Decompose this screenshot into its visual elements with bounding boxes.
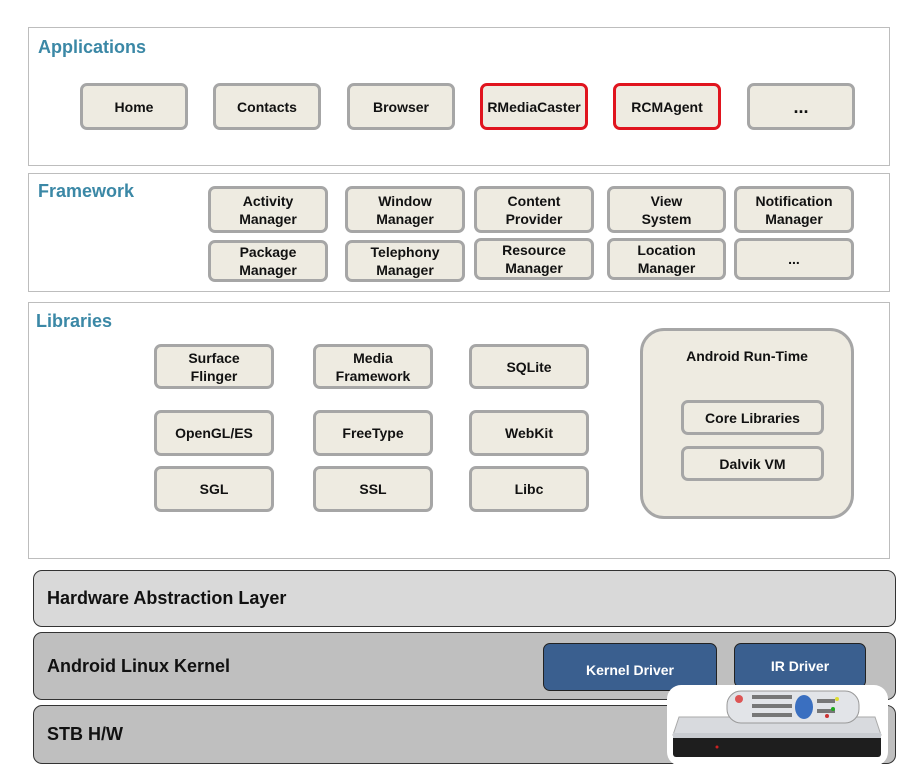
- app-home: Home: [80, 83, 188, 130]
- framework-title: Framework: [38, 181, 135, 201]
- fw-more: ...: [734, 238, 854, 280]
- kernel-title: Android Linux Kernel: [47, 655, 231, 676]
- fw-content-provider: Content Provider: [474, 186, 594, 233]
- app-rmediacaster: RMediaCaster: [480, 83, 588, 130]
- lib-opengl-es: OpenGL/ES: [154, 410, 274, 456]
- stb-title: STB H/W: [47, 724, 123, 744]
- libraries-title: Libraries: [36, 311, 113, 331]
- fw-telephony-manager: Telephony Manager: [345, 240, 465, 282]
- applications-title: Applications: [38, 37, 147, 57]
- set-top-box-image: [667, 685, 888, 766]
- lib-media-framework: Media Framework: [313, 344, 433, 389]
- app-rcmagent: RCMAgent: [613, 83, 721, 130]
- fw-package-manager: Package Manager: [208, 240, 328, 282]
- kernel-driver: Kernel Driver: [543, 643, 717, 691]
- android-runtime-title: Android Run-Time: [686, 348, 808, 364]
- lib-freetype: FreeType: [313, 410, 433, 456]
- fw-window-manager: Window Manager: [345, 186, 465, 233]
- lib-sqlite: SQLite: [469, 344, 589, 389]
- fw-notification-manager: Notification Manager: [734, 186, 854, 233]
- lib-sgl: SGL: [154, 466, 274, 512]
- fw-resource-manager: Resource Manager: [474, 238, 594, 280]
- app-more: ...: [747, 83, 855, 130]
- fw-activity-manager: Activity Manager: [208, 186, 328, 233]
- app-contacts: Contacts: [213, 83, 321, 130]
- hal-title: Hardware Abstraction Layer: [47, 588, 287, 608]
- hal-layer: Hardware Abstraction Layer: [33, 570, 896, 627]
- lib-surface-flinger: Surface Flinger: [154, 344, 274, 389]
- lib-libc: Libc: [469, 466, 589, 512]
- rt-core-libraries: Core Libraries: [681, 400, 824, 435]
- lib-ssl: SSL: [313, 466, 433, 512]
- fw-location-manager: Location Manager: [607, 238, 726, 280]
- fw-view-system: View System: [607, 186, 726, 233]
- ir-driver: IR Driver: [734, 643, 866, 688]
- rt-dalvik-vm: Dalvik VM: [681, 446, 824, 481]
- app-browser: Browser: [347, 83, 455, 130]
- lib-webkit: WebKit: [469, 410, 589, 456]
